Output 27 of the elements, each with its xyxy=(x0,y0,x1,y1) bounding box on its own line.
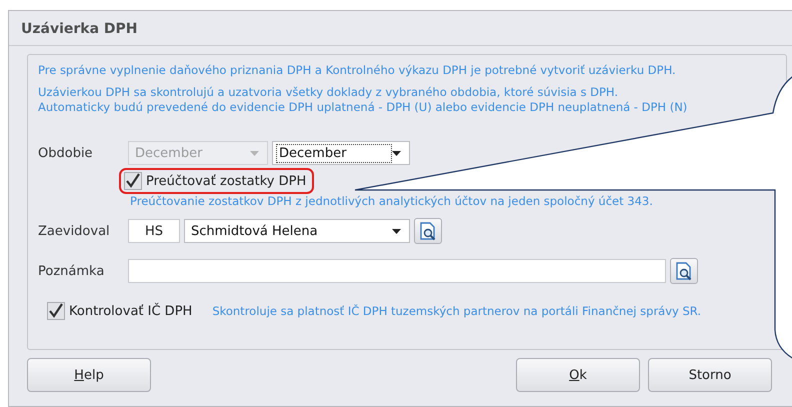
rebook-hint: Preúčtovanie zostatkov DPH z jednotlivých analytických účtov na jeden spoločný účet 343. xyxy=(130,194,653,208)
period-dropdown[interactable]: December xyxy=(272,141,410,165)
info-text: Pre správne vyplnenie daňového priznania DPH a Kontrolného výkazu DPH je potrebné vytvoriť uzávierku DPH. xyxy=(38,63,677,78)
document-search-icon xyxy=(674,261,694,281)
document-search-icon xyxy=(418,221,438,241)
dropdown-arrow-icon xyxy=(392,150,401,156)
note-field[interactable] xyxy=(128,259,666,283)
window-title: Uzávierka DPH xyxy=(20,20,139,39)
lookup-button[interactable] xyxy=(670,258,698,284)
info-text: Automaticky budú prevedené do evidencie DPH uplatnená - DPH (U) alebo evidencie DPH neuplatnená - DPH (N) xyxy=(38,100,688,115)
lookup-button[interactable] xyxy=(414,218,442,244)
dropdown-arrow-icon xyxy=(250,150,259,156)
dialog-button[interactable]: Help xyxy=(27,358,151,392)
recorded-by-label: Zaevidoval xyxy=(38,224,111,238)
checkbox[interactable] xyxy=(47,302,65,320)
dialog-button[interactable]: Ok xyxy=(516,358,640,392)
info-text: Uzávierkou DPH sa skontrolujú a uzatvoria všetky doklady z vybraného obdobia, ktoré súvisia s DPH. xyxy=(38,85,620,100)
note-label: Poznámka xyxy=(38,264,106,278)
person-dropdown[interactable]: Schmidtová Helena xyxy=(184,219,410,243)
period-label: Obdobie xyxy=(38,146,94,160)
rebook-checkbox-label[interactable]: Preúčtovať zostatky DPH xyxy=(119,168,314,194)
check-vat-checkbox-label[interactable]: Kontrolovať IČ DPH xyxy=(42,298,200,324)
code-field[interactable]: HS xyxy=(128,219,180,243)
checkbox[interactable] xyxy=(124,172,142,190)
check-vat-hint: Skontroluje sa platnosť IČ DPH tuzemských partnerov na portáli Finančnej správy SR. xyxy=(212,304,702,318)
dropdown-arrow-icon xyxy=(392,228,401,234)
dialog-button[interactable]: Storno xyxy=(648,358,772,392)
